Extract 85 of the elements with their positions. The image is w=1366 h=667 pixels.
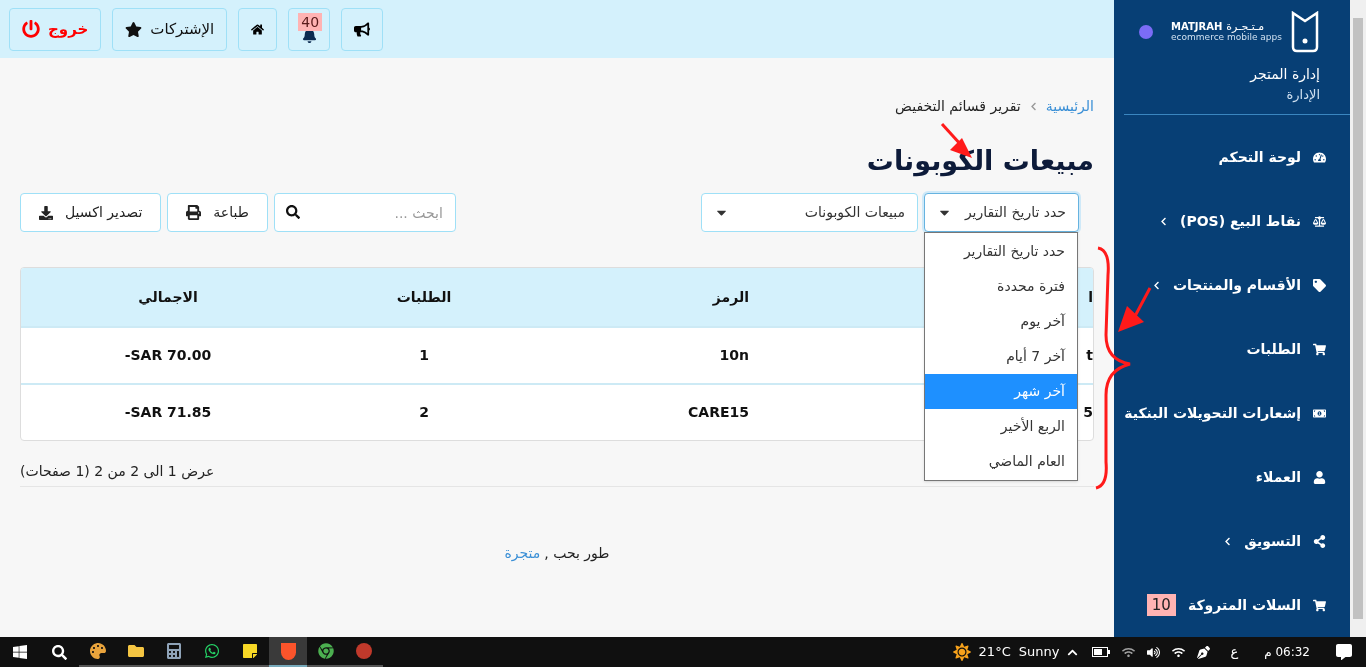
sidebar-item[interactable]: لوحة التحكم [1114,125,1350,189]
pen-icon[interactable] [1197,645,1211,659]
chevron-icon [1223,536,1233,546]
volume-icon[interactable] [1147,645,1161,659]
search-icon [285,205,300,219]
table-cell-text: 2 [419,403,429,422]
printer-icon [186,205,202,220]
weather-text: Sunny [1018,643,1060,662]
palette-icon[interactable] [90,643,106,659]
shield-icon[interactable] [280,642,296,660]
dropdown-option[interactable]: الربع الأخير [925,409,1077,444]
folder-icon[interactable] [128,643,144,659]
column-header: الاجمالي [138,287,198,307]
download-icon [39,205,53,220]
browser-icon[interactable] [318,643,334,659]
chevron-icon [1028,102,1038,111]
calculator-icon[interactable] [166,643,182,659]
annotation-arrow [1118,287,1152,332]
date-select[interactable]: حدد تاريخ التقارير [924,193,1079,232]
column-header: الطلبات [396,287,452,307]
table-cell-text: CARE15 [688,403,749,422]
battery-icon[interactable] [1092,647,1111,657]
share-icon [1313,534,1326,548]
app-icon[interactable] [356,643,372,659]
chat-icon[interactable] [204,643,220,659]
logo-name: MATJRAH [1171,20,1223,32]
sidebar-item[interactable]: التسويق [1114,509,1350,573]
cart-icon [1313,342,1326,356]
sidebar-item[interactable]: الأقسام والمنتجات [1114,253,1350,317]
count-badge: 10 [1146,593,1176,617]
dropdown-option[interactable]: العام الماضي [925,444,1077,479]
user-icon [1313,470,1326,484]
temperature: 21°C [978,643,1011,662]
table-cell-text: 5 [1083,403,1093,422]
table-cell-text: 1 [419,346,429,365]
network-icon[interactable] [1122,645,1136,659]
notification-badge: 40 [298,12,323,31]
sidebar-item[interactable]: إشعارات التحويلات البنكية [1114,381,1350,445]
announcements-button[interactable] [341,7,384,51]
dropdown-option[interactable]: آخر يوم [925,304,1077,339]
megaphone-icon [354,20,371,38]
logo-arabic: مـتـجـرة [1226,20,1265,32]
breadcrumb-current: تقرير قسائم التخفيض [895,97,1021,117]
notifications-icon[interactable] [1336,644,1352,660]
power-icon [22,20,40,38]
search-icon[interactable] [52,644,67,660]
search-field[interactable]: ابحث ... [273,193,456,232]
subscriptions-button[interactable]: الإشتركات [112,7,228,51]
logo-tagline: ecommerce mobile apps [1171,31,1282,43]
report-type-select[interactable]: مبيعات الكوبونات [701,193,918,232]
column-header: الرمز [712,287,749,308]
chevron-icon [1159,216,1168,226]
dropdown-option[interactable]: حدد تاريخ التقارير [925,234,1077,269]
dropdown-option[interactable]: آخر 7 أيام [925,339,1077,374]
start-icon[interactable] [12,644,28,660]
tag-icon [1313,278,1326,292]
pagination-info: عرض 1 الى 2 من 2 (1 صفحات) [20,462,215,482]
dashboard-icon [1313,150,1326,164]
notifications-button[interactable]: 40 [288,7,331,51]
sidebar-item[interactable]: الطلبات [1114,317,1350,381]
sidebar-item[interactable]: العملاء [1114,445,1350,509]
table-cell-text: t [1086,346,1093,365]
sun-icon [952,643,971,661]
table-cell-text: SAR 71.85- [124,403,212,422]
table-cell-text: 10n [719,346,749,365]
column-header: ا [1088,287,1093,307]
store-name: إدارة المتجر [1248,64,1320,85]
scales-icon [1313,214,1326,228]
export-button[interactable]: تصدير اكسيل [20,193,162,232]
sticky-note-icon[interactable] [242,643,258,659]
page-title: مبيعات الكوبونات [865,144,1094,179]
table-cell-text: SAR 70.00- [124,346,212,365]
clock[interactable]: 06:32 م [1264,643,1310,661]
language-indicator[interactable]: ع [1230,642,1239,662]
wifi-icon[interactable] [1172,645,1186,659]
footer-text: طور بحب , [544,544,610,564]
star-icon [125,20,143,38]
chevron-icon [1151,280,1161,290]
logo-icon [1290,10,1320,53]
print-button[interactable]: طباعة [167,193,268,232]
cart-icon [1313,598,1326,612]
sidebar-item[interactable]: نقاط البيع (POS) [1114,189,1350,253]
dropdown-option[interactable]: فترة محددة [925,269,1077,304]
store-role: الإدارة [1285,85,1320,104]
home-button[interactable] [238,7,278,51]
